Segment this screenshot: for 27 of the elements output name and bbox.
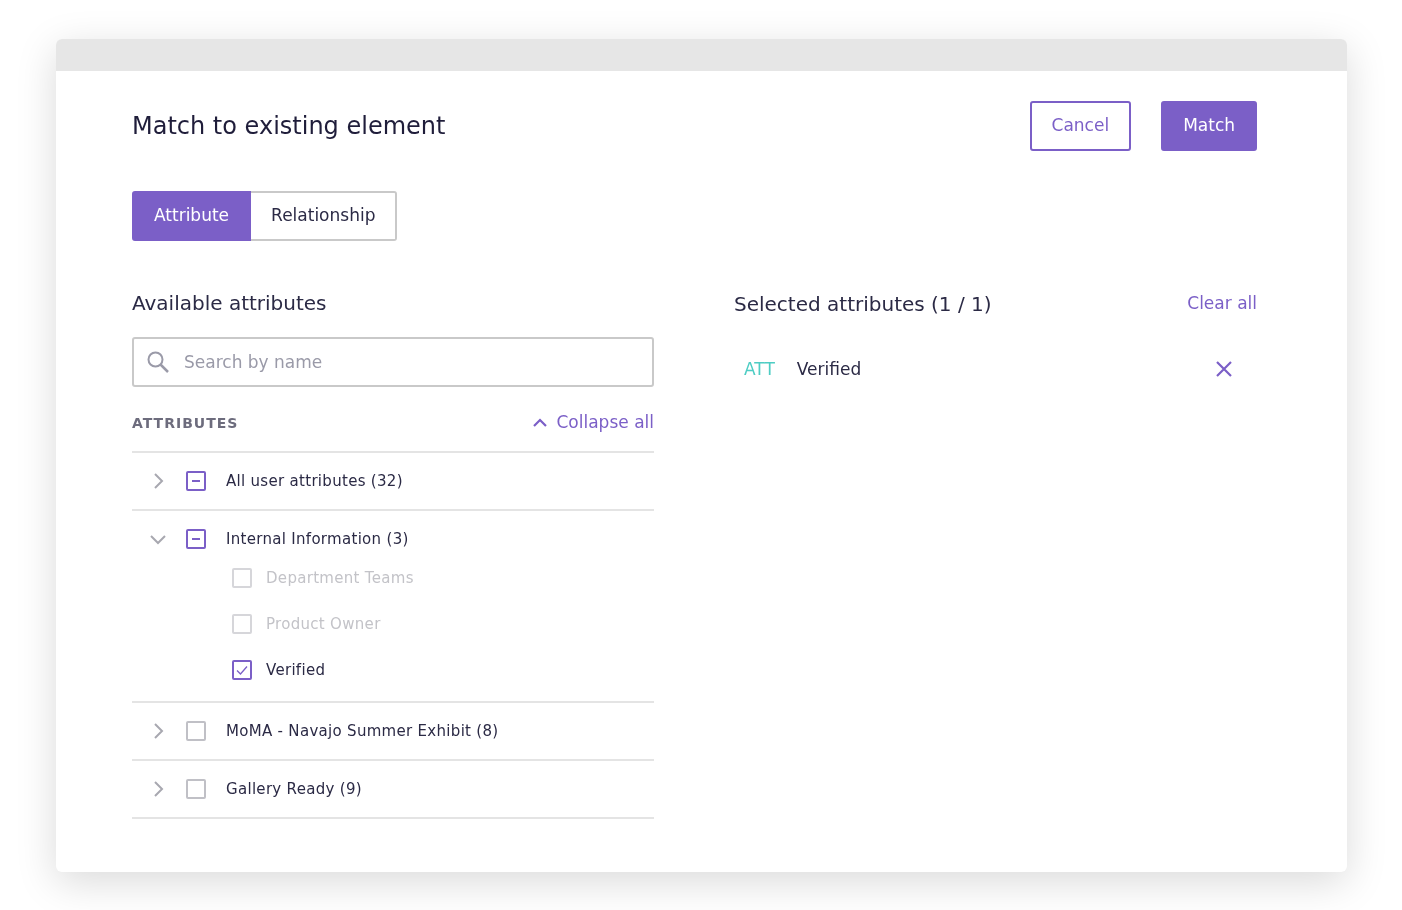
attribute-label: Department Teams bbox=[266, 567, 414, 589]
checkbox[interactable] bbox=[186, 471, 206, 491]
checkbox[interactable] bbox=[186, 779, 206, 799]
tab[interactable]: Relationship bbox=[251, 191, 398, 241]
search-field[interactable]: Search by name bbox=[132, 337, 654, 387]
tab[interactable]: Attribute bbox=[132, 191, 252, 241]
cancel-button[interactable]: Cancel bbox=[1029, 101, 1132, 151]
attribute-label: Verified bbox=[266, 659, 326, 681]
checkbox[interactable] bbox=[186, 721, 206, 741]
close-icon[interactable] bbox=[1215, 360, 1233, 379]
section-heading: Selected attributes (1 / 1) bbox=[734, 291, 992, 316]
section-heading: Available attributes bbox=[132, 291, 328, 315]
group-label: MoMA - Navajo Summer Exhibit (8) bbox=[226, 720, 499, 742]
list-header: ATTRIBUTES bbox=[132, 413, 239, 433]
type-tag: ATT bbox=[744, 356, 775, 382]
match-button[interactable]: Match bbox=[1161, 101, 1257, 151]
selected-label: Verified bbox=[796, 357, 863, 381]
group-label: Gallery Ready (9) bbox=[226, 778, 362, 800]
checkbox[interactable] bbox=[232, 660, 252, 680]
group-label: Internal Information (3) bbox=[226, 528, 409, 550]
attribute-label: Product Owner bbox=[266, 613, 381, 635]
dialog-title: Match to existing element bbox=[132, 111, 446, 141]
chevron-up-icon[interactable] bbox=[532, 417, 549, 429]
group-label: All user attributes (32) bbox=[226, 470, 403, 492]
collapse-all-link[interactable]: Collapse all bbox=[532, 410, 654, 436]
clear-all-link[interactable]: Clear all bbox=[1187, 291, 1257, 317]
checkbox[interactable] bbox=[186, 529, 206, 549]
